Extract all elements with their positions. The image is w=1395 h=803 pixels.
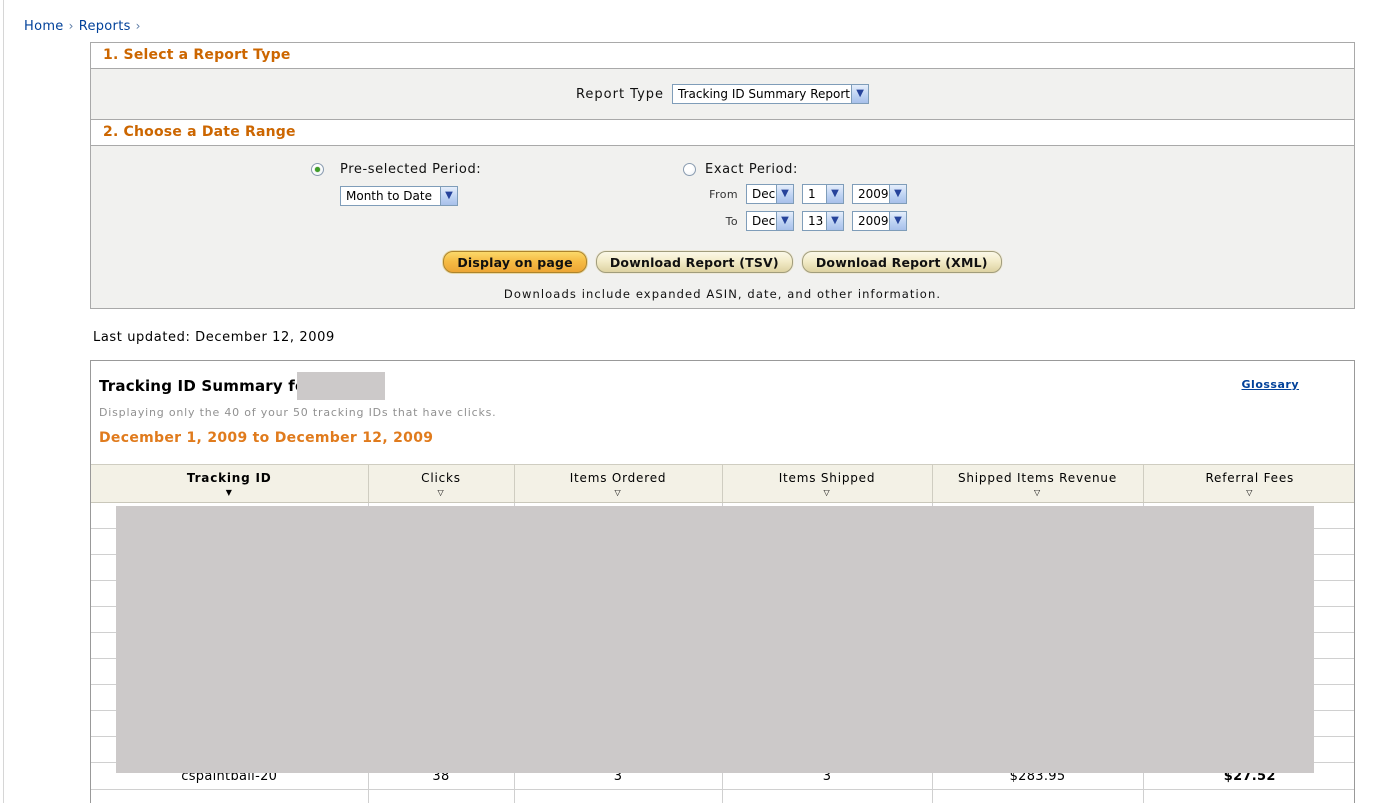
exact-period-label: Exact Period: bbox=[705, 162, 798, 177]
breadcrumb-home-link[interactable]: Home bbox=[24, 19, 64, 34]
summary-title: Tracking ID Summary for bbox=[99, 377, 313, 395]
chevron-down-icon: ▼ bbox=[851, 85, 868, 103]
download-report-tsv-button[interactable]: Download Report (TSV) bbox=[596, 251, 793, 273]
redacted-account-name bbox=[297, 372, 385, 400]
column-header-referral-fees[interactable]: Referral Fees ▽ bbox=[1143, 465, 1355, 503]
to-label: To bbox=[683, 215, 746, 228]
to-year-select[interactable]: 2009 ▼ bbox=[852, 211, 907, 231]
chevron-down-icon: ▼ bbox=[889, 212, 906, 230]
sort-icon: ▽ bbox=[515, 488, 722, 497]
breadcrumb-separator: › bbox=[136, 19, 141, 33]
redacted-table-data bbox=[116, 506, 1314, 773]
report-type-select[interactable]: Tracking ID Summary Report ▼ bbox=[672, 84, 869, 104]
from-day-value: 1 bbox=[803, 185, 826, 203]
preselected-period-select-value: Month to Date bbox=[341, 187, 440, 205]
tracking-id-summary-box: Tracking ID Summary for Glossary Display… bbox=[90, 360, 1355, 803]
report-type-section-heading: 1. Select a Report Type bbox=[91, 43, 1354, 69]
report-type-row: Report Type Tracking ID Summary Report ▼ bbox=[91, 69, 1354, 120]
chevron-down-icon: ▼ bbox=[889, 185, 906, 203]
to-month-select[interactable]: Dec ▼ bbox=[746, 211, 794, 231]
breadcrumb-separator: › bbox=[69, 19, 74, 33]
page: Home › Reports › 1. Select a Report Type Re… bbox=[0, 0, 1395, 803]
sort-icon: ▽ bbox=[933, 488, 1143, 497]
to-day-value: 13 bbox=[803, 212, 826, 230]
breadcrumb: Home › Reports › bbox=[24, 19, 146, 34]
table-header-row: Tracking ID ▼ Clicks ▽ Items Ordered ▽ bbox=[91, 465, 1355, 503]
column-header-items-shipped[interactable]: Items Shipped ▽ bbox=[722, 465, 932, 503]
download-report-xml-button[interactable]: Download Report (XML) bbox=[802, 251, 1002, 273]
report-form-box: 1. Select a Report Type Report Type Trac… bbox=[90, 42, 1355, 309]
preselected-period-label: Pre-selected Period: bbox=[340, 162, 481, 177]
date-range-body: Pre-selected Period: Month to Date ▼ Exa… bbox=[91, 146, 1354, 308]
date-range-section-heading: 2. Choose a Date Range bbox=[91, 120, 1354, 146]
to-year-value: 2009 bbox=[853, 212, 889, 230]
preselected-period-select[interactable]: Month to Date ▼ bbox=[340, 186, 458, 206]
left-edge-rule bbox=[3, 0, 4, 803]
exact-from-row: From Dec ▼ 1 ▼ 2009 ▼ bbox=[683, 184, 915, 204]
sort-icon: ▽ bbox=[369, 488, 514, 497]
preselected-period-radio[interactable] bbox=[311, 163, 324, 176]
report-table-wrap: Tracking ID ▼ Clicks ▽ Items Ordered ▽ bbox=[91, 464, 1355, 803]
chevron-down-icon: ▼ bbox=[776, 212, 793, 230]
chevron-down-icon: ▼ bbox=[776, 185, 793, 203]
report-actions: Display on page Download Report (TSV) Do… bbox=[91, 251, 1354, 273]
downloads-note: Downloads include expanded ASIN, date, a… bbox=[91, 287, 1354, 301]
from-month-select[interactable]: Dec ▼ bbox=[746, 184, 794, 204]
sort-icon: ▽ bbox=[1144, 488, 1356, 497]
breadcrumb-reports-link[interactable]: Reports bbox=[79, 19, 131, 34]
from-year-select[interactable]: 2009 ▼ bbox=[852, 184, 907, 204]
exact-to-row: To Dec ▼ 13 ▼ 2009 ▼ bbox=[683, 211, 915, 231]
report-type-select-value: Tracking ID Summary Report bbox=[673, 85, 851, 103]
to-day-select[interactable]: 13 ▼ bbox=[802, 211, 844, 231]
sort-icon: ▽ bbox=[723, 488, 932, 497]
summary-date-range: December 1, 2009 to December 12, 2009 bbox=[99, 430, 433, 446]
display-on-page-button[interactable]: Display on page bbox=[443, 251, 587, 273]
chevron-down-icon: ▼ bbox=[440, 187, 457, 205]
column-header-clicks[interactable]: Clicks ▽ bbox=[368, 465, 514, 503]
table-row-partial bbox=[91, 790, 1355, 803]
from-month-value: Dec bbox=[747, 185, 776, 203]
glossary-link[interactable]: Glossary bbox=[1242, 378, 1299, 391]
chevron-down-icon: ▼ bbox=[826, 185, 843, 203]
from-year-value: 2009 bbox=[853, 185, 889, 203]
report-type-label: Report Type bbox=[576, 87, 664, 102]
from-day-select[interactable]: 1 ▼ bbox=[802, 184, 844, 204]
column-header-shipped-items-revenue[interactable]: Shipped Items Revenue ▽ bbox=[932, 465, 1143, 503]
sort-descending-icon: ▼ bbox=[91, 488, 368, 497]
column-header-items-ordered[interactable]: Items Ordered ▽ bbox=[514, 465, 722, 503]
exact-period-radio[interactable] bbox=[683, 163, 696, 176]
summary-title-row: Tracking ID Summary for Glossary bbox=[91, 361, 1354, 401]
preselected-period-group: Pre-selected Period: Month to Date ▼ bbox=[311, 162, 481, 206]
to-month-value: Dec bbox=[747, 212, 776, 230]
summary-subtitle: Displaying only the 40 of your 50 tracki… bbox=[99, 406, 496, 419]
chevron-down-icon: ▼ bbox=[826, 212, 843, 230]
from-label: From bbox=[683, 188, 746, 201]
last-updated-text: Last updated: December 12, 2009 bbox=[93, 330, 335, 345]
exact-period-group: Exact Period: From Dec ▼ 1 ▼ 2009 ▼ bbox=[683, 162, 915, 231]
column-header-tracking-id[interactable]: Tracking ID ▼ bbox=[91, 465, 368, 503]
